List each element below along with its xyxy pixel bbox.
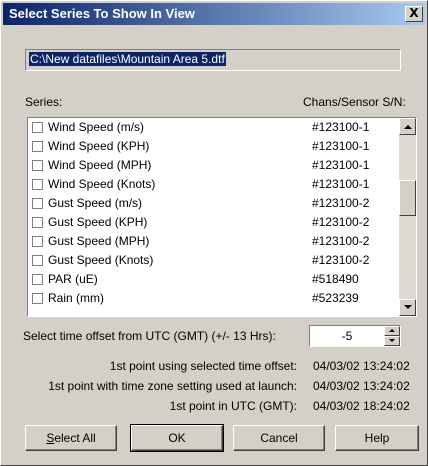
- series-checkbox[interactable]: [32, 122, 43, 133]
- series-sn: #123100-1: [312, 177, 370, 191]
- list-item[interactable]: Gust Speed (Knots) #123100-2: [28, 251, 398, 270]
- sensor-sn-header: Chans/Sensor S/N:: [303, 95, 406, 109]
- list-item[interactable]: Wind Speed (m/s) #123100-1: [28, 118, 398, 137]
- series-name: Gust Speed (MPH): [48, 234, 150, 248]
- series-sn: #123100-1: [312, 158, 370, 172]
- series-checkbox[interactable]: [32, 236, 43, 247]
- info-value-selected-offset: 04/03/02 13:24:02: [313, 359, 410, 373]
- list-item[interactable]: Wind Speed (KPH) #123100-1: [28, 137, 398, 156]
- ok-button[interactable]: OK: [130, 424, 224, 452]
- scroll-down-button[interactable]: [399, 299, 416, 316]
- series-sn: #123100-2: [312, 196, 370, 210]
- info-label-utc: 1st point in UTC (GMT):: [169, 399, 297, 413]
- window-title: Select Series To Show In View: [9, 6, 195, 21]
- series-checkbox[interactable]: [32, 274, 43, 285]
- list-item[interactable]: Rain (mm) #523239: [28, 289, 398, 308]
- scroll-up-button[interactable]: [399, 118, 416, 135]
- series-header: Series:: [25, 95, 63, 109]
- series-checkbox[interactable]: [32, 179, 43, 190]
- select-all-label: elect All: [54, 431, 96, 445]
- series-sn: #123100-2: [312, 215, 370, 229]
- file-path-text: C:\New datafiles\Mountain Area 5.dtf: [29, 52, 226, 66]
- series-rows: Wind Speed (m/s) #123100-1 Wind Speed (KP…: [28, 118, 398, 316]
- series-name: Wind Speed (Knots): [48, 177, 156, 191]
- arrow-down-icon: [404, 305, 412, 309]
- list-item[interactable]: Gust Speed (MPH) #123100-2: [28, 232, 398, 251]
- series-name: PAR (uE): [48, 272, 98, 286]
- series-sn: #518490: [312, 272, 359, 286]
- close-button[interactable]: X: [405, 6, 423, 22]
- series-sn: #123100-2: [312, 253, 370, 267]
- info-label-selected-offset: 1st point using selected time offset:: [109, 359, 297, 373]
- series-sn: #123100-2: [312, 234, 370, 248]
- series-name: Rain (mm): [48, 291, 104, 305]
- series-list[interactable]: Wind Speed (m/s) #123100-1 Wind Speed (KP…: [27, 117, 417, 317]
- series-checkbox[interactable]: [32, 160, 43, 171]
- help-button[interactable]: Help: [335, 425, 419, 451]
- spin-buttons: [384, 326, 400, 346]
- series-checkbox[interactable]: [32, 293, 43, 304]
- series-name: Gust Speed (m/s): [48, 196, 143, 210]
- time-offset-stepper[interactable]: -5: [309, 325, 401, 347]
- select-series-dialog: Select Series To Show In View X C:\New d…: [0, 0, 428, 466]
- series-sn: #123100-1: [312, 120, 370, 134]
- time-offset-value: -5: [341, 329, 353, 343]
- series-checkbox[interactable]: [32, 217, 43, 228]
- select-all-button[interactable]: Select All: [25, 425, 117, 451]
- info-value-launch-timezone: 04/03/02 13:24:02: [313, 379, 410, 393]
- series-name: Wind Speed (KPH): [48, 139, 150, 153]
- series-name: Wind Speed (m/s): [48, 120, 145, 134]
- info-label-launch-timezone: 1st point with time zone setting used at…: [48, 379, 297, 393]
- spin-up-button[interactable]: [384, 326, 400, 336]
- series-sn: #523239: [312, 291, 359, 305]
- series-name: Wind Speed (MPH): [48, 158, 152, 172]
- arrow-up-icon: [389, 329, 395, 332]
- cancel-button[interactable]: Cancel: [233, 425, 325, 451]
- series-name: Gust Speed (Knots): [48, 253, 154, 267]
- info-value-utc: 04/03/02 18:24:02: [313, 399, 410, 413]
- series-sn: #123100-1: [312, 139, 370, 153]
- vertical-scrollbar[interactable]: [399, 118, 416, 316]
- scroll-thumb[interactable]: [399, 180, 416, 216]
- list-item[interactable]: Gust Speed (m/s) #123100-2: [28, 194, 398, 213]
- series-checkbox[interactable]: [32, 198, 43, 209]
- arrow-down-icon: [389, 339, 395, 342]
- time-offset-label: Select time offset from UTC (GMT) (+/- 1…: [23, 329, 276, 343]
- list-item[interactable]: Gust Speed (KPH) #123100-2: [28, 213, 398, 232]
- series-checkbox[interactable]: [32, 255, 43, 266]
- series-name: Gust Speed (KPH): [48, 215, 148, 229]
- arrow-up-icon: [404, 125, 412, 129]
- series-checkbox[interactable]: [32, 141, 43, 152]
- file-path-field[interactable]: C:\New datafiles\Mountain Area 5.dtf: [25, 49, 401, 71]
- title-bar: Select Series To Show In View X: [3, 3, 425, 25]
- spin-down-button[interactable]: [384, 336, 400, 346]
- list-item[interactable]: Wind Speed (Knots) #123100-1: [28, 175, 398, 194]
- list-item[interactable]: PAR (uE) #518490: [28, 270, 398, 289]
- list-item[interactable]: Wind Speed (MPH) #123100-1: [28, 156, 398, 175]
